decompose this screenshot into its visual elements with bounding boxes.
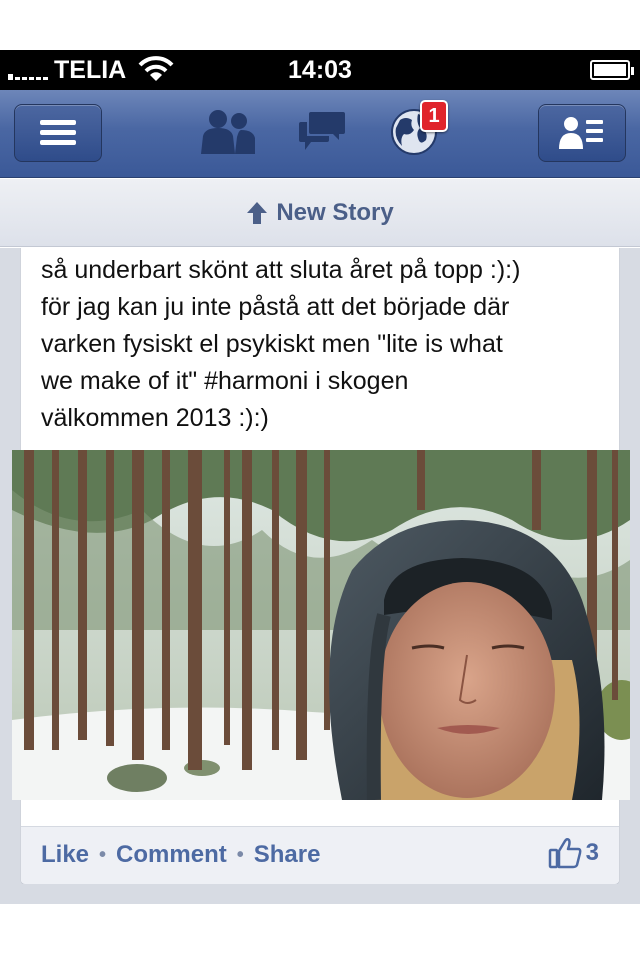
post-text: så underbart skönt att sluta året på top… bbox=[41, 256, 521, 432]
friend-requests-icon bbox=[201, 110, 255, 154]
clock: 14:03 bbox=[288, 56, 352, 84]
forest-selfie-photo[interactable] bbox=[12, 450, 630, 800]
messages-icon bbox=[299, 112, 345, 150]
status-bar: TELIA 14:03 bbox=[0, 50, 640, 90]
post-card: så underbart skönt att sluta året på top… bbox=[12, 248, 630, 884]
nav-bar bbox=[0, 90, 640, 178]
battery-full-icon bbox=[590, 60, 634, 80]
like-count: 3 bbox=[585, 839, 599, 866]
post-actions-bar: Like • Comment • Share 3 bbox=[21, 826, 619, 884]
new-story-button[interactable]: New Story bbox=[0, 179, 640, 247]
like-link[interactable]: Like bbox=[41, 841, 89, 869]
thumbs-up-icon bbox=[548, 837, 582, 869]
share-link[interactable]: Share bbox=[254, 841, 321, 869]
post-action-links: Like • Comment • Share bbox=[41, 841, 320, 869]
news-feed[interactable]: så underbart skönt att sluta året på top… bbox=[0, 248, 640, 904]
notification-badge: 1 bbox=[420, 100, 448, 132]
profile-button[interactable] bbox=[538, 104, 626, 162]
hamburger-menu-icon bbox=[40, 120, 76, 145]
contact-card-icon bbox=[559, 117, 603, 149]
like-count-button[interactable]: 3 bbox=[548, 837, 599, 869]
bottom-margin bbox=[0, 904, 640, 960]
separator-dot: • bbox=[99, 843, 107, 866]
messages-button[interactable] bbox=[290, 100, 354, 164]
friend-requests-button[interactable] bbox=[196, 100, 260, 164]
menu-button[interactable] bbox=[14, 104, 102, 162]
new-story-label: New Story bbox=[276, 198, 394, 226]
comment-link[interactable]: Comment bbox=[116, 841, 227, 869]
arrow-up-icon bbox=[247, 201, 268, 224]
separator-dot: • bbox=[236, 843, 244, 866]
top-margin bbox=[0, 0, 640, 50]
